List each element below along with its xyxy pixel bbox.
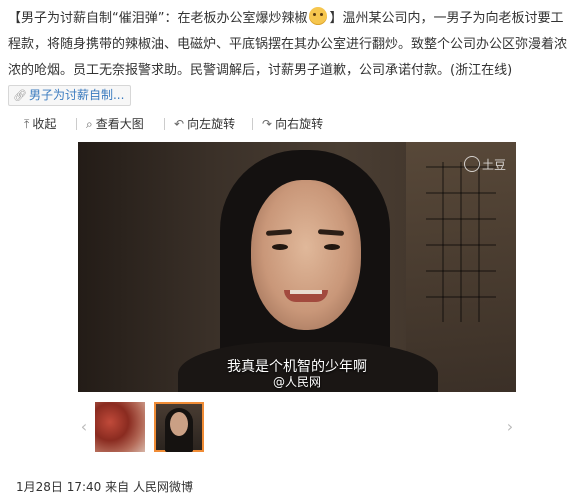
left-eye xyxy=(272,244,288,250)
view-large-label: 查看大图 xyxy=(95,117,144,131)
rotate-right-icon: ↷ xyxy=(262,117,273,131)
video-watermark: 土豆 xyxy=(463,156,506,173)
post-text-part1: 【男子为讨薪自制“催泪弹”：在老板办公室爆炒辣椒 xyxy=(8,11,308,26)
watermark-label: 土豆 xyxy=(481,158,506,172)
video-frame[interactable]: 土豆 我真是个机智的少年啊 @人民网 xyxy=(78,142,516,392)
link-icon: 🔗︎ xyxy=(13,89,27,102)
collapse-button[interactable]: ⤒ 收起 xyxy=(24,113,56,135)
thumb-face xyxy=(170,412,188,436)
window-lattice xyxy=(426,162,496,322)
link-tag-label: 男子为讨薪自制... xyxy=(28,88,125,102)
rotate-right-label: 向右旋转 xyxy=(275,117,324,131)
teeth xyxy=(290,290,322,294)
collapse-label: 收起 xyxy=(32,117,57,131)
rotate-left-label: 向左旋转 xyxy=(187,117,236,131)
rotate-left-button[interactable]: ↶ 向左旋转 xyxy=(174,113,235,135)
toolbar-divider xyxy=(76,118,77,130)
post-text: 【男子为讨薪自制“催泪弹”：在老板办公室爆炒辣椒 】温州某公司内，一男子为向老板讨… xyxy=(8,6,576,110)
face xyxy=(251,180,361,330)
toolbar-divider xyxy=(252,118,253,130)
post-footer: 1月28日 17:40 来自 人民网微博 xyxy=(16,478,193,495)
rotate-left-icon: ↶ xyxy=(174,117,185,131)
video-credit: @人民网 xyxy=(272,375,321,389)
post-source[interactable]: 人民网微博 xyxy=(133,480,193,494)
chevron-right-icon[interactable]: › xyxy=(504,402,516,452)
chevron-left-icon[interactable]: ‹ xyxy=(78,402,90,452)
toolbar-divider xyxy=(164,118,165,130)
collapse-icon: ⤒ xyxy=(24,117,30,131)
cat-face-emoji-icon xyxy=(309,7,328,25)
view-large-button[interactable]: ⌕ 查看大图 xyxy=(86,113,144,135)
rotate-right-button[interactable]: ↷ 向右旋转 xyxy=(262,113,323,135)
link-tag[interactable]: 🔗︎ 男子为讨薪自制... xyxy=(8,85,132,106)
magnifier-icon: ⌕ xyxy=(86,117,93,131)
post-timestamp[interactable]: 1月28日 17:40 xyxy=(16,480,101,494)
source-prefix: 来自 xyxy=(105,480,130,494)
thumbnail-strip: ‹ › xyxy=(78,402,516,452)
tudou-logo-icon xyxy=(463,156,480,172)
thumbnail-chili[interactable] xyxy=(95,402,145,452)
thumbnail-video-frame[interactable] xyxy=(154,402,204,452)
right-eye xyxy=(324,244,340,250)
